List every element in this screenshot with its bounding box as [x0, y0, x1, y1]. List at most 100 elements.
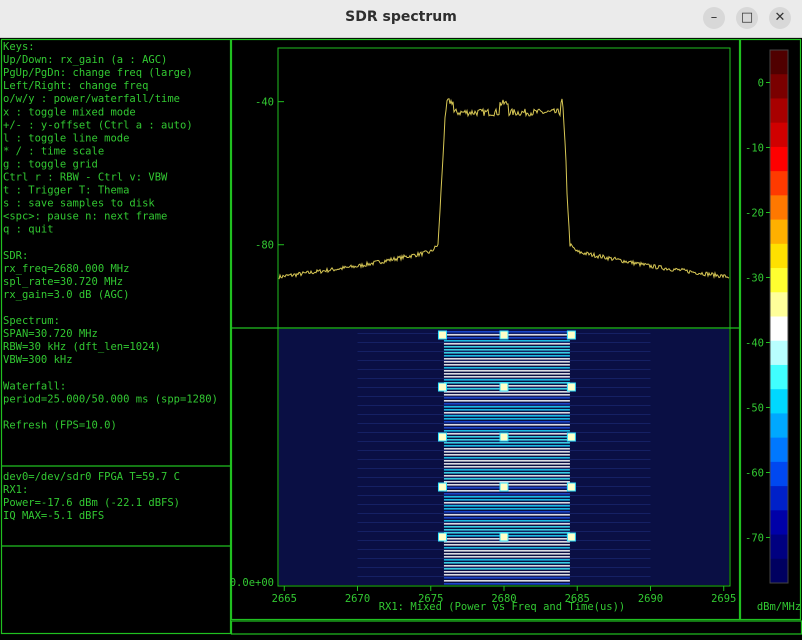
help-line: s : save samples to disk: [3, 198, 155, 210]
waterfall-row: [443, 355, 570, 357]
waterfall-marker: [566, 330, 576, 340]
y-tick-label: -40: [255, 97, 274, 109]
waterfall-marker: [499, 482, 509, 492]
colorbar-tick-label: -20: [745, 208, 764, 220]
waterfall-row: [443, 508, 570, 510]
waterfall-row: [443, 397, 570, 399]
waterfall-row: [443, 427, 570, 429]
waterfall-row: [443, 367, 570, 369]
help-line: g : toggle grid: [3, 158, 98, 170]
waterfall-row: [443, 457, 570, 459]
waterfall-row: [443, 526, 570, 528]
waterfall-row: [443, 352, 570, 354]
waterfall-noise-row: [357, 405, 651, 406]
waterfall-row: [443, 493, 570, 495]
colorbar-cell: [770, 437, 788, 463]
sdr-canvas: Keys:Up/Down: rx_gain (a : AGC)PgUp/PgDn…: [0, 38, 802, 635]
waterfall-noise-row: [357, 495, 651, 496]
help-line: spl_rate=30.720 MHz: [3, 276, 123, 288]
waterfall-row: [443, 418, 570, 420]
waterfall-noise-row: [357, 576, 651, 577]
status-line: dev0=/dev/sdr0 FPGA T=59.7 C: [3, 471, 180, 483]
status-line: Power=-17.6 dBm (-22.1 dBFS): [3, 497, 180, 509]
waterfall-noise-row: [357, 468, 651, 469]
waterfall-row: [443, 349, 570, 351]
waterfall-noise-row: [357, 567, 651, 568]
help-line: Spectrum:: [3, 315, 60, 327]
waterfall-noise-row: [357, 459, 651, 460]
help-line: +/- : y-offset (Ctrl a : auto): [3, 119, 193, 131]
colorbar-cell: [770, 243, 788, 269]
waterfall-marker: [566, 382, 576, 392]
waterfall-plot: 0.0e+00: [230, 329, 729, 589]
waterfall-noise-row: [357, 423, 651, 424]
colorbar-tick-label: -10: [745, 143, 764, 155]
waterfall-row: [443, 559, 570, 561]
waterfall-row: [443, 358, 570, 360]
colorbar-tick-label: -70: [745, 533, 764, 545]
waterfall-row: [443, 361, 570, 363]
help-line: rx_freq=2680.000 MHz: [3, 263, 129, 275]
waterfall-row: [443, 442, 570, 444]
waterfall-row: [443, 574, 570, 576]
colorbar-tick-label: -60: [745, 468, 764, 480]
waterfall-noise-row: [357, 513, 651, 514]
waterfall-noise-row: [357, 378, 651, 379]
waterfall-row: [443, 454, 570, 456]
colorbar-cell: [770, 364, 788, 390]
waterfall-row: [443, 499, 570, 501]
waterfall-marker: [499, 432, 509, 442]
waterfall-row: [443, 340, 570, 342]
help-line: o/w/y : power/waterfall/time: [3, 93, 180, 105]
waterfall-row: [443, 511, 570, 513]
help-line: VBW=300 kHz: [3, 354, 73, 366]
help-line: t : Trigger T: Thema: [3, 185, 129, 197]
close-button[interactable]: ✕: [769, 7, 791, 29]
waterfall-row: [443, 478, 570, 480]
y-tick-label: -80: [255, 240, 274, 252]
help-line: PgUp/PgDn: change freq (large): [3, 67, 193, 79]
minimize-button[interactable]: –: [703, 7, 725, 29]
waterfall-row: [443, 394, 570, 396]
waterfall-row: [443, 544, 570, 546]
waterfall-row: [443, 379, 570, 381]
colorbar: 0 -10 -20 -30 -40 -50 -60 -70 dBm/MHz: [745, 49, 801, 613]
waterfall-row: [443, 406, 570, 408]
waterfall-noise-row: [357, 504, 651, 505]
colorbar-cell: [770, 146, 788, 172]
help-line: l : toggle line mode: [3, 132, 129, 144]
waterfall-row: [443, 421, 570, 423]
waterfall-row: [443, 568, 570, 570]
colorbar-tick-label: -40: [745, 338, 764, 350]
waterfall-marker: [566, 482, 576, 492]
colorbar-unit-label: dBm/MHz: [757, 601, 801, 613]
waterfall-noise-row: [357, 549, 651, 550]
colorbar-ticks: 0 -10 -20 -30 -40 -50 -60 -70: [745, 78, 770, 545]
colorbar-cell: [770, 486, 788, 511]
waterfall-row: [443, 472, 570, 474]
colorbar-cell: [770, 316, 788, 342]
colorbar-cell: [770, 413, 788, 439]
waterfall-y-tick-label: 0.0e+00: [230, 577, 274, 589]
sdr-main-view: Keys: Up/Down: rx_gain (a : AGC) PgUp/PgDn…: [0, 38, 802, 636]
help-line: rx_gain=3.0 dB (AGC): [3, 289, 129, 301]
colorbar-cell: [770, 534, 788, 560]
help-line: period=25.000/50.000 ms (spp=1280): [3, 393, 218, 405]
window-titlebar: SDR spectrum – □ ✕: [0, 0, 802, 38]
colorbar-cells: [769, 49, 789, 584]
waterfall-row: [443, 451, 570, 453]
colorbar-cell: [770, 98, 788, 124]
waterfall-row: [443, 409, 570, 411]
waterfall-row: [443, 505, 570, 507]
waterfall-noise-row: [357, 450, 651, 451]
waterfall-row: [443, 547, 570, 549]
help-line: Refresh (FPS=10.0): [3, 419, 117, 431]
waterfall-row: [443, 571, 570, 573]
waterfall-row: [443, 343, 570, 345]
maximize-button[interactable]: □: [736, 7, 758, 29]
colorbar-cell: [770, 340, 788, 366]
colorbar-cell: [770, 510, 788, 536]
help-line: Keys:: [3, 41, 35, 53]
waterfall-row: [443, 580, 570, 582]
waterfall-noise-row: [357, 342, 651, 343]
